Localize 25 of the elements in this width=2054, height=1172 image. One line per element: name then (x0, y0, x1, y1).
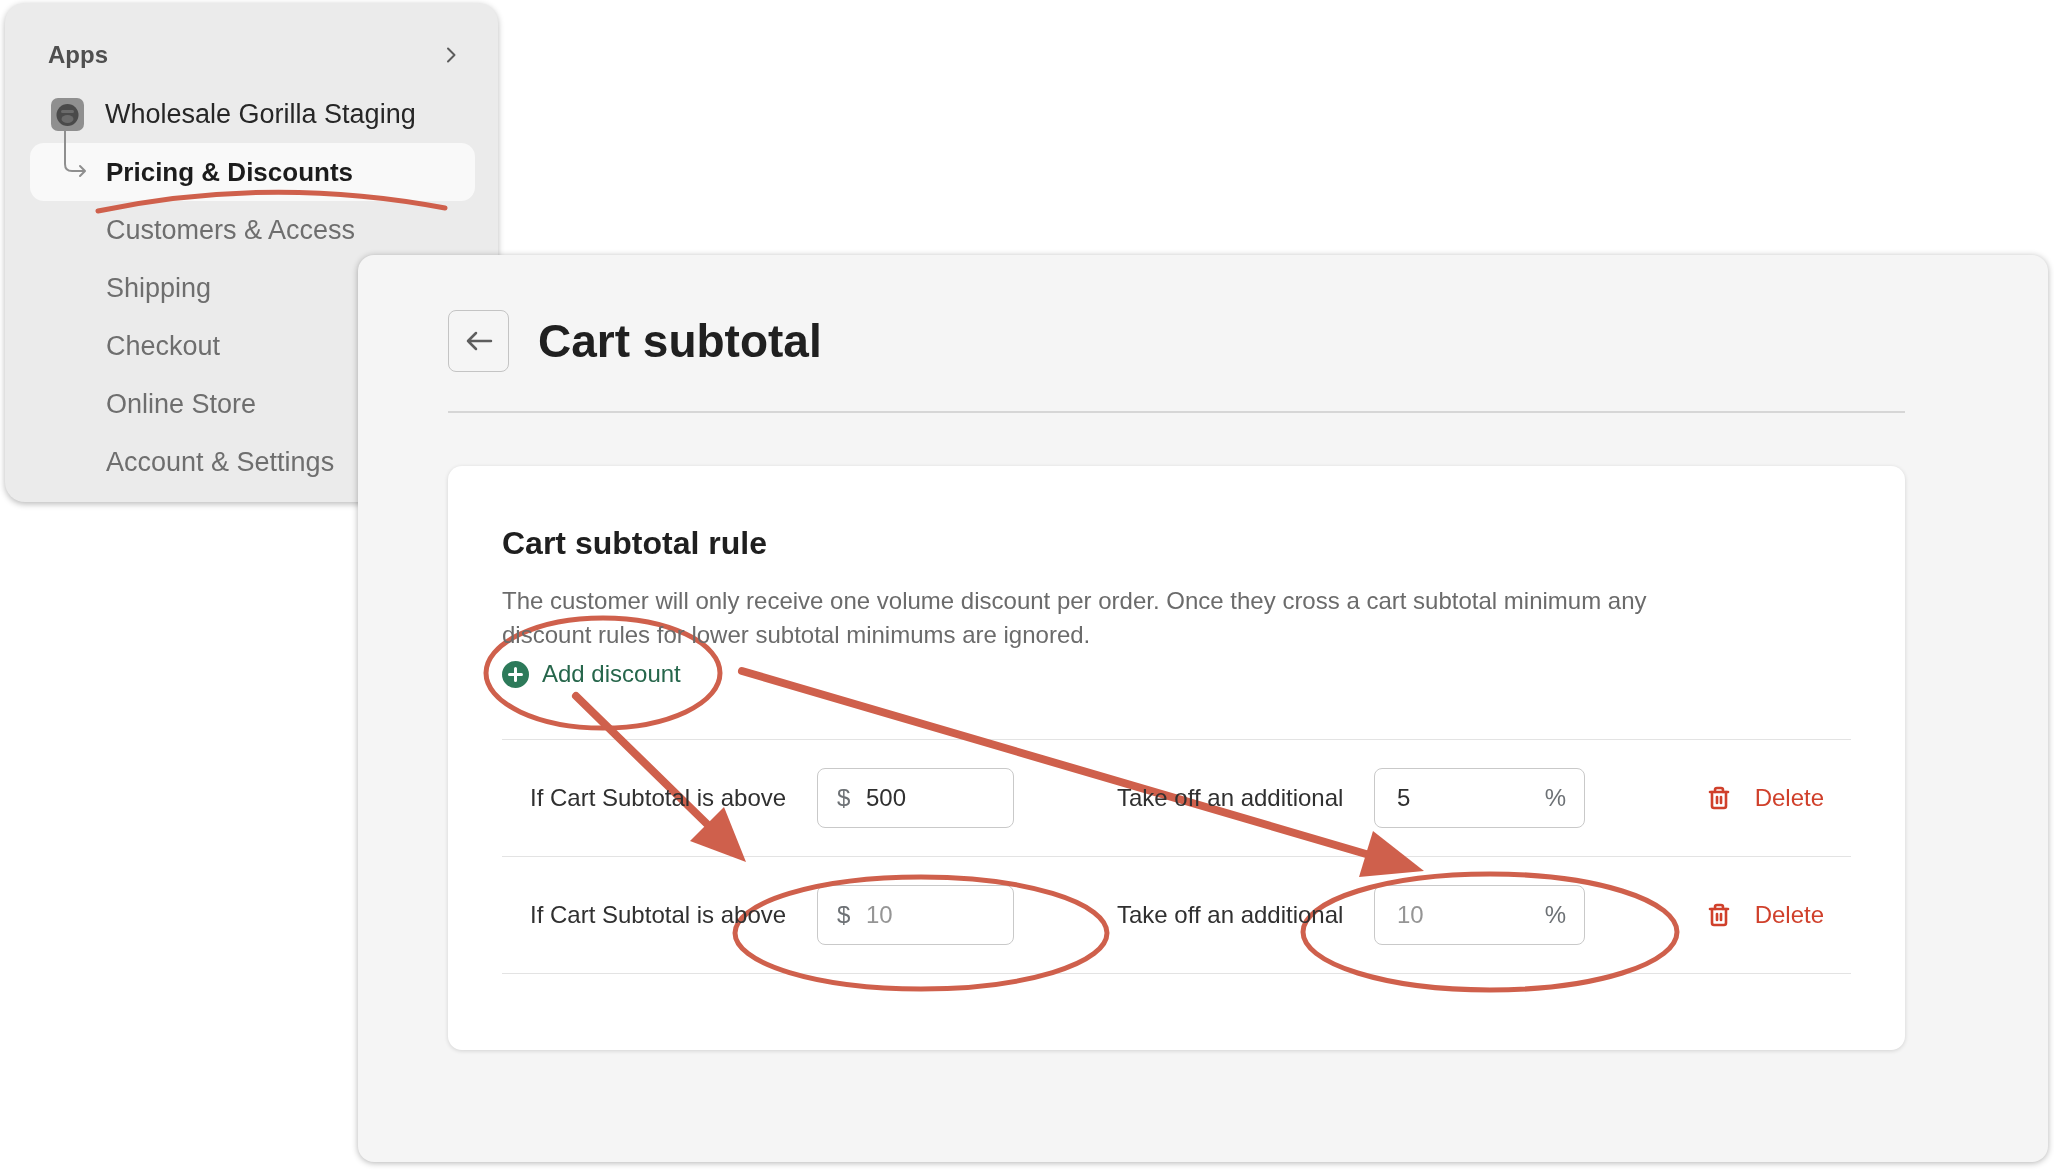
section-heading: Apps (48, 40, 108, 70)
plus-circle-icon (502, 660, 529, 688)
app-name[interactable]: Wholesale Gorilla Staging (105, 93, 416, 135)
nav-item[interactable]: Pricing & Discounts (30, 143, 475, 201)
trash-icon (1706, 903, 1731, 927)
card-title: Cart subtotal rule (502, 524, 768, 563)
currency-symbol: $ (837, 784, 851, 812)
app-logo-icon (51, 97, 84, 131)
nav-item[interactable]: Shipping (30, 259, 216, 317)
back-arrow-icon (464, 330, 493, 352)
trash-icon (1706, 786, 1731, 810)
delete-button[interactable]: Delete (1706, 897, 1824, 933)
nav-item[interactable]: Checkout (30, 317, 225, 375)
tree-connector-icon (63, 131, 87, 179)
currency-symbol: $ (837, 901, 851, 929)
percent-symbol: % (1544, 784, 1566, 812)
page-title: Cart subtotal (538, 314, 822, 369)
back-button[interactable] (448, 310, 509, 372)
nav-item[interactable]: Customers & Access (30, 201, 360, 259)
chevron-right-icon[interactable] (446, 47, 457, 63)
delete-button[interactable]: Delete (1706, 780, 1824, 816)
add-discount-button[interactable]: Add discount (502, 657, 681, 691)
nav-item[interactable]: Account & Settings (30, 433, 339, 491)
percent-symbol: % (1544, 901, 1566, 929)
nav-item[interactable]: Online Store (30, 375, 261, 433)
